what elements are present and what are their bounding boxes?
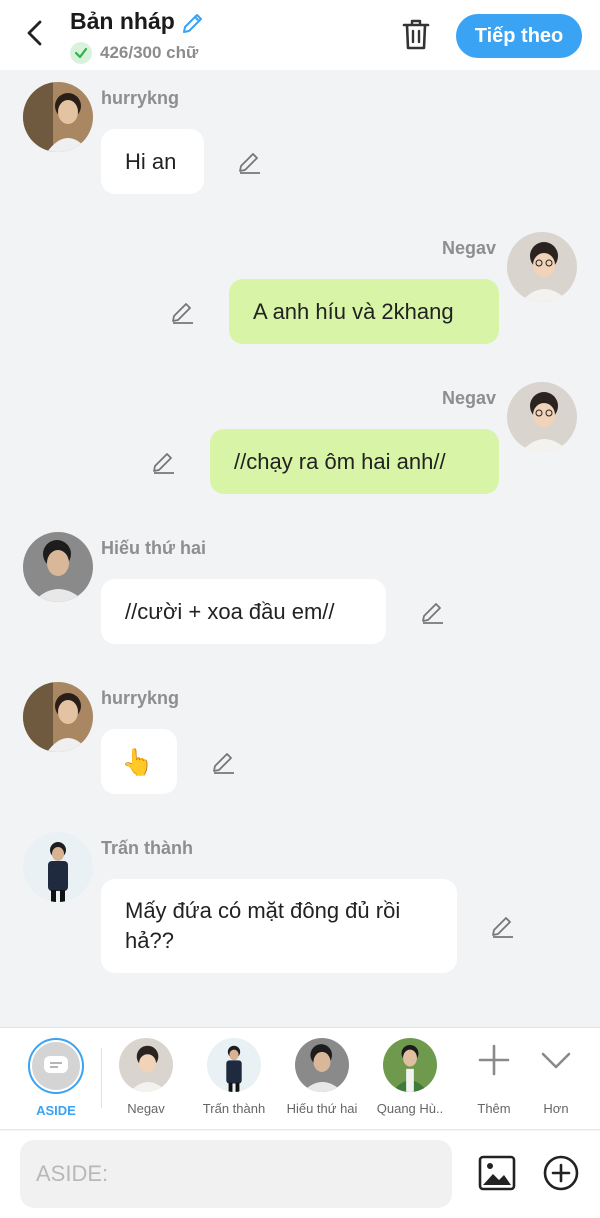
word-count: 426/300 chữ — [100, 43, 199, 62]
character-selector: ASIDE Negav Trấn thành Hiếu thứ hai Quan… — [0, 1027, 600, 1130]
expand-button[interactable]: Hơn — [516, 1038, 596, 1116]
plus-icon — [478, 1044, 510, 1076]
chevron-down-icon — [541, 1052, 571, 1069]
edit-message-icon[interactable] — [170, 300, 196, 326]
message-bubble[interactable]: //cười + xoa đầu em// — [101, 579, 386, 644]
avatar — [207, 1038, 261, 1092]
message-bubble[interactable]: Hi an — [101, 129, 204, 194]
message-bubble[interactable]: A anh híu và 2khang — [229, 279, 499, 344]
aside-avatar — [28, 1038, 84, 1094]
image-icon[interactable] — [478, 1155, 516, 1191]
message-bubble[interactable]: //chạy ra ôm hai anh// — [210, 429, 499, 494]
sender-name: hurrykng — [101, 88, 180, 108]
back-arrow-icon[interactable] — [20, 18, 50, 48]
character-tran-thanh[interactable]: Trấn thành — [194, 1038, 274, 1116]
next-button[interactable]: Tiếp theo — [456, 14, 582, 58]
character-label: ASIDE — [36, 1103, 76, 1118]
avatar[interactable] — [23, 82, 93, 152]
character-label: Negav — [127, 1101, 165, 1116]
sender-name: Trấn thành — [101, 838, 194, 858]
avatar — [295, 1038, 349, 1092]
character-quang-hung[interactable]: Quang Hù.. — [370, 1038, 450, 1116]
edit-message-icon[interactable] — [211, 750, 237, 776]
sender-name: Negav — [442, 238, 497, 258]
divider — [101, 1048, 102, 1108]
avatar[interactable] — [507, 382, 577, 452]
composer — [0, 1131, 600, 1218]
page-title: Bản nháp — [70, 8, 175, 34]
character-aside[interactable]: ASIDE — [16, 1038, 96, 1118]
character-label: Quang Hù.. — [376, 1101, 444, 1116]
avatar[interactable] — [23, 682, 93, 752]
character-hieu-thu-hai[interactable]: Hiếu thứ hai — [282, 1038, 362, 1116]
character-label: Trấn thành — [202, 1101, 266, 1116]
trash-icon[interactable] — [400, 17, 432, 51]
avatar — [119, 1038, 173, 1092]
edit-message-icon[interactable] — [420, 600, 446, 626]
expand-label: Hơn — [543, 1101, 569, 1116]
add-circle-icon[interactable] — [543, 1155, 579, 1191]
message-input[interactable] — [20, 1140, 452, 1208]
sender-name: Hiếu thứ hai — [101, 538, 207, 558]
avatar[interactable] — [507, 232, 577, 302]
character-label: Hiếu thứ hai — [286, 1101, 358, 1116]
word-count-row: 426/300 chữ — [70, 42, 198, 64]
chat-bubble-icon — [44, 1056, 68, 1073]
avatar — [383, 1038, 437, 1092]
message-bubble[interactable]: 👆 — [101, 729, 177, 794]
sender-name: hurrykng — [101, 688, 180, 708]
edit-title-icon[interactable] — [180, 10, 206, 36]
edit-message-icon[interactable] — [490, 914, 516, 940]
check-icon — [70, 42, 92, 64]
message-bubble[interactable]: Mấy đứa có mặt đông đủ rồi hả?? — [101, 879, 457, 973]
avatar[interactable] — [23, 532, 93, 602]
character-negav[interactable]: Negav — [106, 1038, 186, 1116]
edit-message-icon[interactable] — [237, 150, 263, 176]
sender-name: Negav — [442, 388, 497, 408]
avatar[interactable] — [23, 832, 93, 902]
edit-message-icon[interactable] — [151, 450, 177, 476]
header-bar: Bản nháp 426/300 chữ Tiếp theo — [0, 0, 600, 70]
